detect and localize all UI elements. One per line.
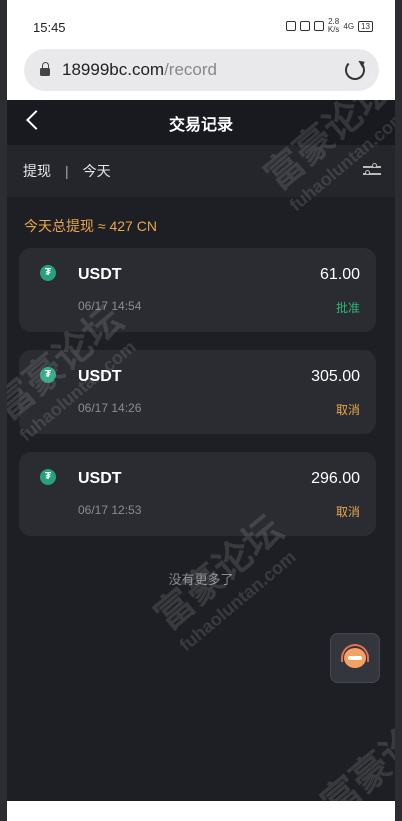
record-amount: 61.00 [319,266,360,283]
tether-icon: ₮ [40,367,56,383]
status-icons: 2.8 K/s 4G 13 [285,17,373,34]
record-status: 批准 [335,301,360,315]
no-more-text: 没有更多了 [168,572,234,587]
lock-icon [40,62,50,76]
filter-bar: 提现 | 今天 [7,145,395,197]
address-bar[interactable]: 18999bc.com/record [24,49,379,91]
record-time: 06/17 12:53 [78,503,142,517]
url-host: 18999bc.com [62,60,165,79]
customer-service-button[interactable] [330,633,380,683]
tether-icon: ₮ [40,265,56,281]
tether-icon: ₮ [40,469,56,485]
sliders-icon[interactable] [363,162,381,178]
record-amount: 305.00 [311,368,360,385]
record-card[interactable]: ₮ USDT 06/17 14:54 61.00 批准 [19,248,376,332]
record-amount: 296.00 [311,470,360,487]
record-status: 取消 [335,505,360,519]
record-coin: USDT [78,266,122,283]
page-title: 交易记录 [168,116,233,134]
customer-service-icon [344,648,366,668]
record-time: 06/17 14:26 [78,401,142,415]
reload-icon[interactable] [345,60,365,80]
status-bar: 15:45 2.8 K/s 4G 13 [7,0,395,44]
watermark-sub: fuhaoluntan.com [175,546,300,656]
record-card[interactable]: ₮ USDT 06/17 12:53 296.00 取消 [19,452,376,536]
filter-separator: | [65,163,69,179]
battery-icon: 13 [358,20,373,32]
record-coin: USDT [78,368,122,385]
filter-type[interactable]: 提现 [23,161,51,181]
withdraw-summary: 今天总提现 ≈ 427 CN [24,218,157,234]
browser-address-area: 18999bc.com/record [7,44,395,100]
url-path: /record [164,60,217,79]
mute-icon [313,21,324,31]
phone-screen: 15:45 2.8 K/s 4G 13 18999bc.com/record 交… [7,0,395,821]
record-coin: USDT [78,470,122,487]
filter-period[interactable]: 今天 [83,161,111,181]
url-text[interactable]: 18999bc.com/record [62,60,217,80]
record-time: 06/17 14:54 [78,299,142,313]
alarm-icon [299,21,310,31]
record-card[interactable]: ₮ USDT 06/17 14:26 305.00 取消 [19,350,376,434]
back-chevron-icon[interactable] [26,110,46,130]
nfc-icon [285,21,296,31]
net-speed: 2.8 K/s [327,17,340,34]
nav-bar: 交易记录 [7,100,395,145]
record-status: 取消 [335,403,360,417]
bottom-bar [7,801,395,821]
status-time: 15:45 [33,20,66,35]
signal-icon: 4G [343,21,355,31]
